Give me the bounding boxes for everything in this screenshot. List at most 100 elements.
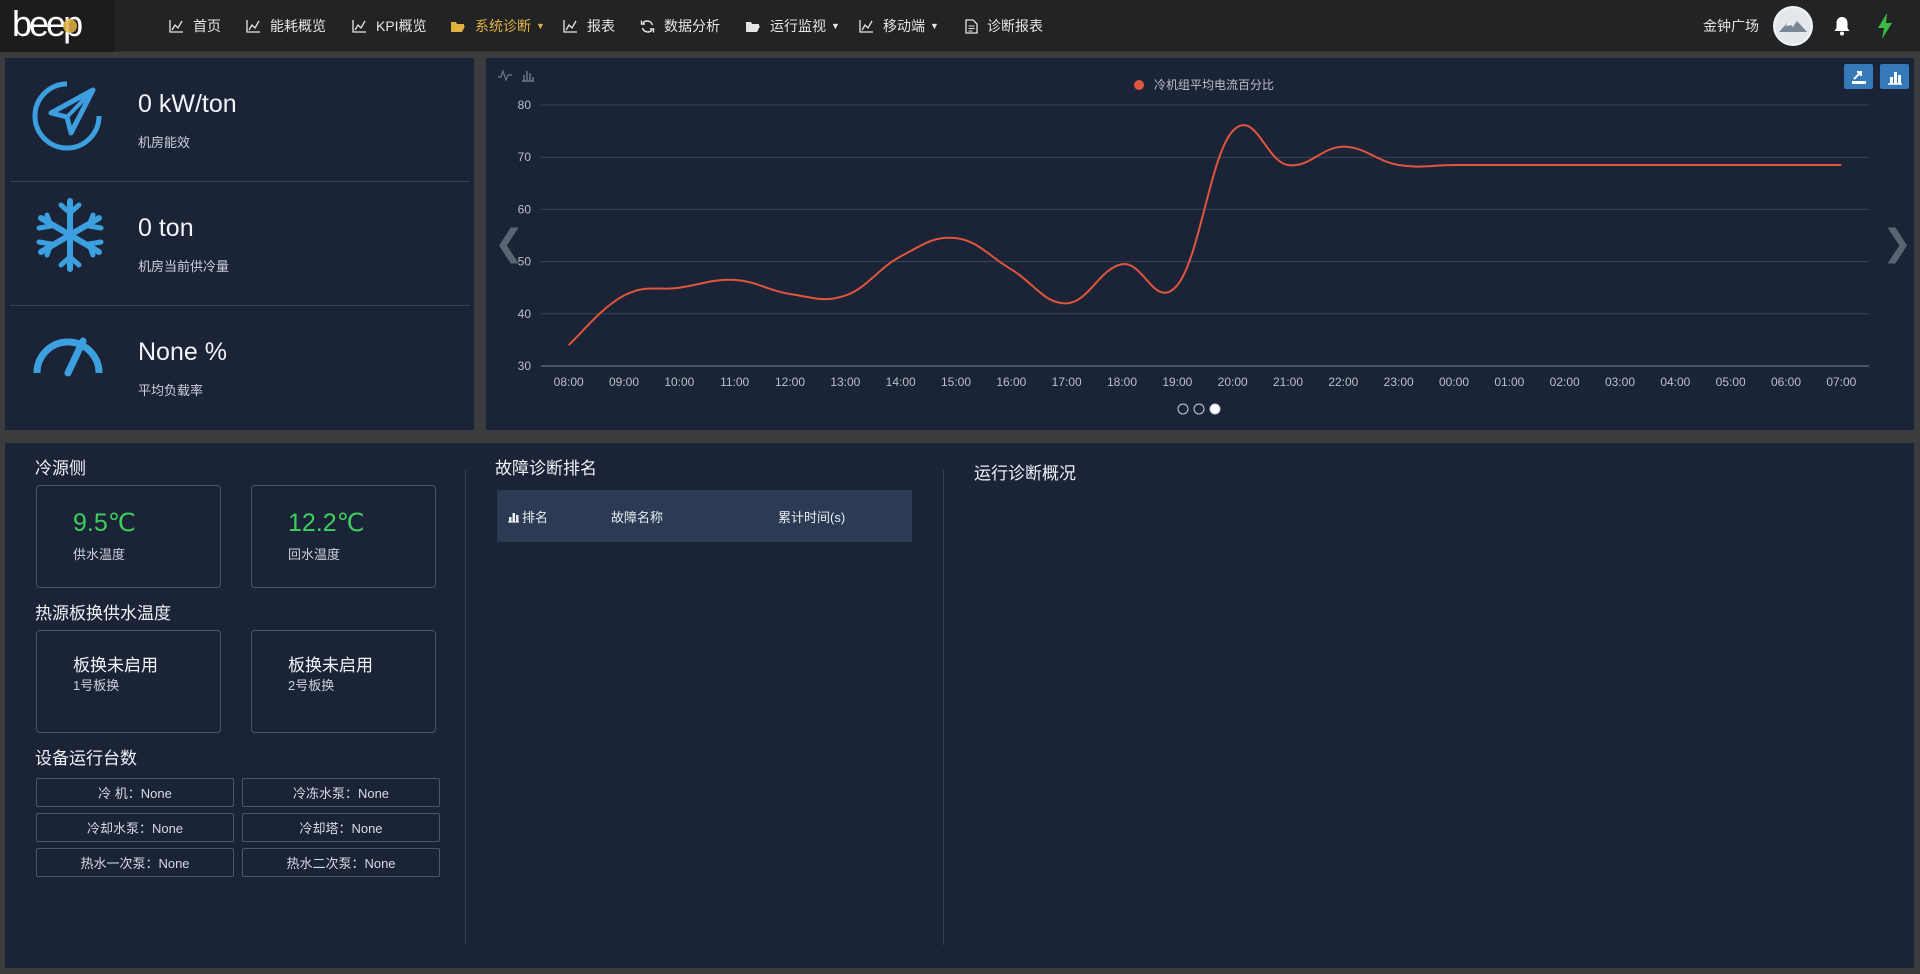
device-cooling-pump-count[interactable]: 冷却水泵：None — [36, 813, 234, 842]
x-tick-label: 07:00 — [1826, 375, 1856, 389]
nav-operation-monitor[interactable]: 运行监视 ▼ — [745, 0, 840, 52]
snowflake-icon — [33, 197, 105, 272]
paper-plane-icon — [31, 80, 103, 152]
kpi-value: None % — [138, 338, 227, 366]
x-tick-label: 02:00 — [1550, 375, 1580, 389]
x-tick-label: 03:00 — [1605, 375, 1635, 389]
line-chart-icon — [859, 19, 874, 33]
line-chart-icon — [563, 19, 578, 33]
carousel-dot[interactable] — [1177, 403, 1189, 415]
supply-temp-label: 供水温度 — [73, 547, 126, 562]
site-name: 金钟广场 — [1703, 18, 1759, 34]
x-tick-label: 08:00 — [554, 375, 584, 389]
x-tick-label: 15:00 — [941, 375, 971, 389]
fault-table-header: 排名 故障名称 累计时间(s) — [497, 490, 912, 542]
y-tick-label: 70 — [518, 150, 532, 164]
caret-down-icon: ▼ — [930, 21, 939, 31]
line-chart-icon — [352, 19, 367, 33]
nav-home[interactable]: 首页 — [169, 0, 221, 52]
x-tick-label: 04:00 — [1660, 375, 1690, 389]
column-fault-name[interactable]: 故障名称 — [611, 507, 663, 526]
caret-down-icon: ▼ — [831, 21, 840, 31]
device-chiller-count[interactable]: 冷 机：None — [36, 778, 234, 807]
x-tick-label: 09:00 — [609, 375, 639, 389]
y-tick-label: 80 — [518, 98, 532, 112]
nav-system-diagnosis[interactable]: 系统诊断 ▼ — [450, 0, 545, 52]
x-tick-label: 00:00 — [1439, 375, 1469, 389]
x-tick-label: 05:00 — [1716, 375, 1746, 389]
carousel-dot[interactable] — [1209, 403, 1221, 415]
device-hot-water-primary-pump-count[interactable]: 热水一次泵：None — [36, 848, 234, 877]
kpi-label: 平均负载率 — [138, 383, 204, 398]
heat-source-title: 热源板换供水温度 — [35, 604, 171, 623]
kpi-load-rate: None % 平均负载率 — [5, 306, 474, 430]
x-tick-label: 17:00 — [1052, 375, 1082, 389]
device-hot-water-secondary-pump-count[interactable]: 热水二次泵：None — [242, 848, 440, 877]
kpi-cooling: 0 ton 机房当前供冷量 — [5, 182, 474, 306]
y-tick-label: 60 — [518, 202, 532, 216]
kpi-label: 机房当前供冷量 — [138, 259, 230, 274]
folder-open-icon — [745, 20, 761, 33]
column-rank[interactable]: 排名 — [507, 507, 548, 526]
column-divider — [943, 470, 944, 945]
nav-label: KPI概览 — [376, 18, 427, 34]
site-selector[interactable]: 金钟广场 — [1703, 0, 1759, 52]
devices-title: 设备运行台数 — [35, 749, 137, 768]
gauge-icon — [33, 331, 105, 403]
legend-label: 冷机组平均电流百分比 — [1154, 78, 1274, 92]
carousel-dot[interactable] — [1193, 403, 1205, 415]
nav-label: 移动端 — [883, 18, 925, 34]
heat-exchanger-1-card: 板换未启用 1号板换 — [36, 630, 221, 733]
return-temp-label: 回水温度 — [288, 547, 341, 562]
column-cumulative-time[interactable]: 累计时间(s) — [778, 507, 845, 526]
y-tick-label: 50 — [518, 255, 532, 269]
legend-swatch — [1134, 80, 1144, 90]
nav-energy-overview[interactable]: 能耗概览 — [246, 0, 326, 52]
kpi-value: 0 ton — [138, 214, 194, 242]
caret-down-icon: ▼ — [536, 21, 545, 31]
cold-source-title: 冷源侧 — [35, 459, 86, 478]
folder-open-icon — [450, 20, 466, 33]
nav-label: 报表 — [587, 18, 615, 34]
supply-temp-value: 9.5℃ — [73, 509, 136, 537]
logo[interactable]: beep — [0, 0, 115, 52]
line-chart-icon — [246, 19, 261, 33]
x-tick-label: 01:00 — [1494, 375, 1524, 389]
y-tick-label: 30 — [518, 359, 532, 373]
column-label: 累计时间(s) — [778, 510, 846, 525]
nav-label: 诊断报表 — [987, 18, 1043, 34]
heat-exchanger-2-card: 板换未启用 2号板换 — [251, 630, 436, 733]
column-label: 故障名称 — [611, 510, 664, 525]
device-cooling-tower-count[interactable]: 冷却塔：None — [242, 813, 440, 842]
return-temp-value: 12.2℃ — [288, 509, 365, 537]
nav-kpi-overview[interactable]: KPI概览 — [352, 0, 427, 52]
series-line — [567, 124, 1842, 346]
nav-diagnosis-report[interactable]: 诊断报表 — [965, 0, 1043, 52]
device-chilled-pump-count[interactable]: 冷冻水泵：None — [242, 778, 440, 807]
x-tick-label: 06:00 — [1771, 375, 1801, 389]
x-tick-label: 16:00 — [996, 375, 1026, 389]
document-icon — [965, 18, 978, 34]
line-chart: 30 40 50 60 70 80 08:00 09:00 10:00 11:00 12:00 13… — [518, 78, 1869, 415]
kpi-label: 机房能效 — [138, 135, 191, 150]
hx1-status: 板换未启用 — [73, 656, 158, 675]
fault-ranking-title: 故障诊断排名 — [495, 459, 597, 478]
nav-label: 运行监视 — [770, 18, 826, 34]
y-tick-label: 40 — [518, 307, 532, 321]
hx2-label: 2号板换 — [288, 678, 335, 693]
x-tick-label: 18:00 — [1107, 375, 1137, 389]
power-bolt-icon[interactable] — [1877, 13, 1893, 44]
bell-icon[interactable] — [1833, 16, 1851, 41]
kpi-panel: 0 kW/ton 机房能效 0 ton 机房当前供冷量 None % 平均负载率 — [5, 58, 474, 430]
return-temp-card: 12.2℃ 回水温度 — [251, 485, 436, 588]
nav-label: 能耗概览 — [270, 18, 326, 34]
diagnosis-overview-title: 运行诊断概况 — [974, 464, 1076, 483]
x-tick-label: 12:00 — [775, 375, 805, 389]
bar-chart-icon — [508, 512, 519, 523]
nav-reports[interactable]: 报表 — [563, 0, 615, 52]
nav-data-analysis[interactable]: 数据分析 — [640, 0, 720, 52]
kpi-efficiency: 0 kW/ton 机房能效 — [5, 58, 474, 182]
column-label: 排名 — [522, 510, 549, 525]
avatar[interactable] — [1773, 6, 1813, 46]
nav-mobile[interactable]: 移动端 ▼ — [859, 0, 939, 52]
